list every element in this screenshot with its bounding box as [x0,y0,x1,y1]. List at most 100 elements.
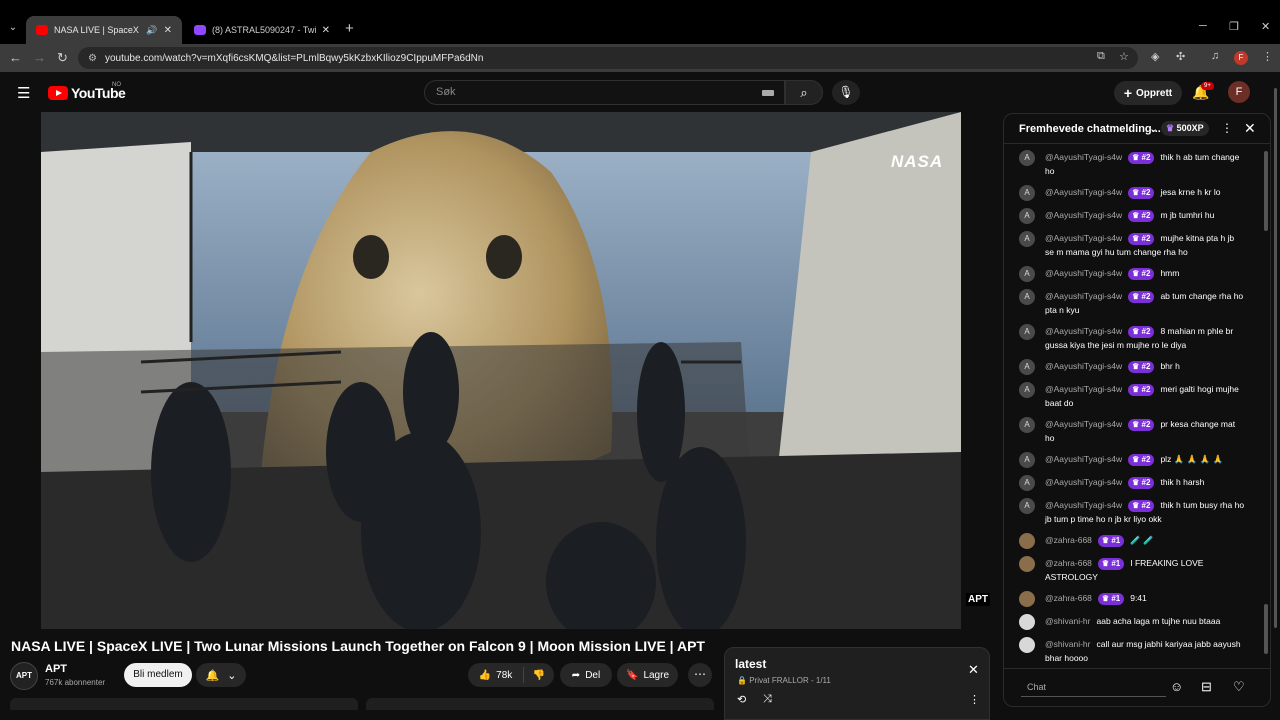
join-button[interactable]: Bli medlem [124,663,192,687]
chat-author-name[interactable]: @AayushiTyagi-s4w [1045,210,1122,220]
chat-author-avatar[interactable]: A [1019,382,1035,398]
chat-message[interactable]: A @AayushiTyagi-s4w ♛ #2 jesa krne h kr lo [1004,181,1264,204]
chat-author-avatar[interactable]: A [1019,231,1035,247]
chat-message[interactable]: A @AayushiTyagi-s4w ♛ #2 m jb tumhri hu [1004,204,1264,227]
chat-author-avatar[interactable]: A [1019,289,1035,305]
reload-icon[interactable]: ↻ [57,50,68,66]
heart-icon[interactable]: ♡ [1233,679,1245,695]
description-box[interactable] [366,698,714,710]
super-chat-icon[interactable]: ⊟ [1201,679,1212,695]
chat-author-avatar[interactable]: A [1019,498,1035,514]
chat-input[interactable]: Chat [1021,677,1166,697]
chat-author-avatar[interactable] [1019,637,1035,653]
chat-author-name[interactable]: @AayushiTyagi-s4w [1045,477,1122,487]
youtube-logo[interactable]: YouTube NO [48,82,126,101]
chat-author-avatar[interactable]: A [1019,452,1035,468]
chat-message[interactable]: A @AayushiTyagi-s4w ♛ #2 bhr h [1004,355,1264,378]
chat-author-avatar[interactable] [1019,591,1035,607]
address-bar[interactable]: ⚙ youtube.com/watch?v=mXqfi6csKMQ&list=P… [78,47,1138,69]
chat-mode-selector[interactable]: Fremhevede chatmelding... [1019,123,1161,135]
emoji-icon[interactable]: ☺ [1170,679,1183,694]
chat-author-avatar[interactable]: A [1019,185,1035,201]
channel-avatar[interactable]: APT [10,662,38,690]
page-scrollbar-thumb[interactable] [1274,88,1277,628]
window-close-icon[interactable]: ✕ [1261,20,1270,33]
channel-name[interactable]: APT [45,663,67,675]
browser-menu-icon[interactable]: ⋮ [1262,50,1273,63]
playlist-title[interactable]: latest [735,657,766,671]
chevron-down-icon[interactable]: ⌄ [1149,122,1158,135]
search-button[interactable]: ⌕ [785,80,823,105]
chat-author-avatar[interactable]: A [1019,359,1035,375]
more-actions-button[interactable]: ⋯ [688,663,712,687]
install-app-icon[interactable]: ⧉ [1097,50,1105,63]
chat-author-name[interactable]: @AayushiTyagi-s4w [1045,291,1122,301]
close-tab-icon[interactable]: ✕ [322,25,330,36]
like-button[interactable]: 👍 78k [468,667,524,683]
close-chat-icon[interactable]: ✕ [1244,120,1256,137]
chat-scrollbar-thumb[interactable] [1264,604,1268,654]
chat-message[interactable]: A @AayushiTyagi-s4w ♛ #2 pr kesa change mat… [1004,413,1264,448]
xp-badge[interactable]: ♛ 500XP [1161,121,1209,136]
new-tab-plus-icon[interactable]: + [345,20,354,37]
chat-author-avatar[interactable] [1019,556,1035,572]
puzzle-icon[interactable]: ✣ [1176,50,1185,63]
chat-author-name[interactable]: @zahra-668 [1045,535,1092,545]
chat-author-avatar[interactable]: A [1019,208,1035,224]
minimize-icon[interactable]: ─ [1199,20,1207,32]
chat-author-name[interactable]: @AayushiTyagi-s4w [1045,361,1122,371]
chat-author-avatar[interactable]: A [1019,266,1035,282]
bookmark-star-icon[interactable]: ☆ [1119,50,1129,63]
account-avatar[interactable]: F [1228,81,1250,103]
chat-menu-icon[interactable]: ⋮ [1221,121,1233,135]
chat-author-avatar[interactable]: A [1019,417,1035,433]
chat-author-name[interactable]: @AayushiTyagi-s4w [1045,152,1122,162]
chat-author-name[interactable]: @zahra-668 [1045,558,1092,568]
chat-author-name[interactable]: @shivani-hr [1045,639,1090,649]
chat-author-name[interactable]: @AayushiTyagi-s4w [1045,384,1122,394]
chat-author-avatar[interactable]: A [1019,475,1035,491]
browser-tab-twitch[interactable]: (8) ASTRAL5090247 - Twitch ✕ [184,16,340,44]
chat-message[interactable]: @zahra-668 ♛ #1 🧪 🧪 [1004,529,1264,552]
tab-search-chevron-icon[interactable]: ⌄ [5,20,21,36]
chat-scrollbar[interactable] [1264,151,1268,231]
chat-author-avatar[interactable]: A [1019,150,1035,166]
close-playlist-icon[interactable]: ✕ [968,662,979,678]
chat-message[interactable]: A @AayushiTyagi-s4w ♛ #2 meri galti hogi mu… [1004,378,1264,413]
share-button[interactable]: ➦ Del [560,663,612,687]
create-button[interactable]: + Opprett [1114,81,1182,105]
page-scrollbar[interactable] [1271,78,1280,720]
search-input[interactable]: Søk [424,80,785,105]
chat-author-name[interactable]: @AayushiTyagi-s4w [1045,187,1122,197]
chat-message[interactable]: A @AayushiTyagi-s4w ♛ #2 8 mahian m phle br… [1004,320,1264,355]
chat-message[interactable]: A @AayushiTyagi-s4w ♛ #2 thik h tum busy rh… [1004,494,1264,529]
chat-message[interactable]: A @AayushiTyagi-s4w ♛ #2 ab tum change rha … [1004,285,1264,320]
back-arrow-icon[interactable]: ← [9,50,22,65]
playlist-more-icon[interactable]: ⋮ [969,693,980,706]
chat-message[interactable]: @zahra-668 ♛ #1 9:41 [1004,587,1264,610]
save-button[interactable]: 🔖 Lagre [617,663,678,687]
chat-author-name[interactable]: @AayushiTyagi-s4w [1045,500,1122,510]
browser-profile-avatar[interactable]: F [1234,51,1248,65]
speaker-icon[interactable]: 🔊 [146,25,157,36]
extension-icon[interactable]: ◈ [1151,50,1159,63]
browser-tab-youtube[interactable]: NASA LIVE | SpaceX LIVE | T 🔊 ✕ [26,16,182,44]
description-box[interactable] [10,698,358,710]
hamburger-menu-icon[interactable]: ☰ [17,84,30,102]
notification-preferences-button[interactable]: 🔔 ⌄ [196,663,246,687]
chat-author-name[interactable]: @zahra-668 [1045,593,1092,603]
chat-message[interactable]: @shivani-hr call aur msg jabhi kariyaa ja… [1004,633,1264,664]
chat-author-avatar[interactable] [1019,533,1035,549]
shuffle-icon[interactable]: ⤨ [763,693,772,706]
media-controls-icon[interactable]: ♫ [1211,50,1219,62]
keyboard-icon[interactable] [762,90,774,96]
loop-icon[interactable]: ⟲ [737,693,746,706]
dislike-button[interactable]: 👎 [524,670,554,681]
video-player[interactable]: NASA [41,112,961,629]
chat-message[interactable]: A @AayushiTyagi-s4w ♛ #2 thik h ab tum chan… [1004,146,1264,181]
forward-arrow-icon[interactable]: → [33,50,46,65]
close-tab-icon[interactable]: ✕ [164,25,172,36]
chat-message[interactable]: A @AayushiTyagi-s4w ♛ #2 plz 🙏 🙏 🙏 🙏 [1004,448,1264,471]
chat-author-name[interactable]: @AayushiTyagi-s4w [1045,419,1122,429]
chat-message[interactable]: A @AayushiTyagi-s4w ♛ #2 thik h harsh [1004,471,1264,494]
